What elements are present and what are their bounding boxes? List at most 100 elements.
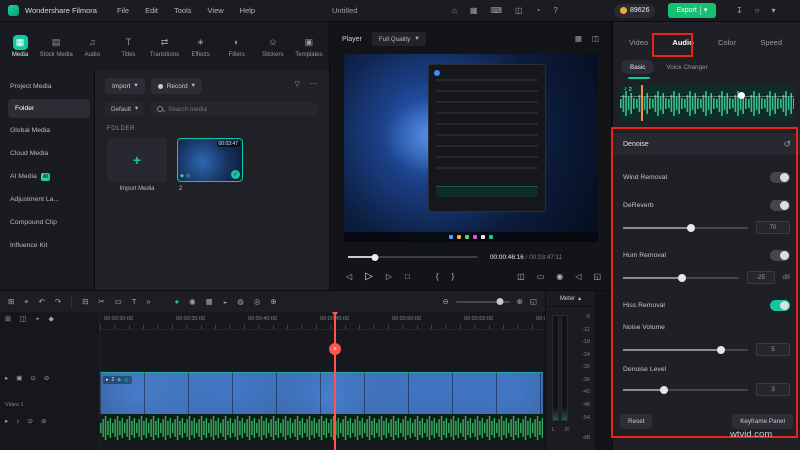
undo-icon[interactable]: ↶: [39, 298, 45, 306]
tab-stickers[interactable]: ☺ Stickers: [255, 22, 291, 70]
fit-timeline-icon[interactable]: ◱: [530, 298, 537, 306]
import-dropdown-icon[interactable]: ▾: [134, 83, 137, 90]
help-icon[interactable]: ?: [553, 7, 557, 15]
split-view-icon[interactable]: ◫: [517, 273, 525, 281]
media-clip-tile[interactable]: 00:03:47 ◆ ◎ ✓ 2: [177, 138, 243, 192]
sidebar-item-global-media[interactable]: Global Media: [0, 119, 94, 142]
denoise-reset-icon[interactable]: ↺: [783, 140, 791, 149]
tab-color[interactable]: Color: [718, 38, 736, 47]
subtab-basic[interactable]: Basic: [621, 60, 654, 74]
sidebar-item-project-media[interactable]: Project Media: [0, 75, 94, 98]
zoom-out-icon[interactable]: ⊖: [442, 298, 448, 306]
adjust-grid-icon[interactable]: ▦: [206, 298, 213, 306]
filter-icon[interactable]: ▽: [295, 81, 300, 88]
timeline-audio-clip[interactable]: [100, 414, 543, 442]
layout-icon[interactable]: ⊞: [8, 298, 14, 306]
meter-collapse-icon[interactable]: ▴: [578, 296, 581, 302]
menu-file[interactable]: File: [117, 6, 129, 15]
tab-filters[interactable]: ◐ Filters: [219, 22, 255, 70]
export-dropdown-icon[interactable]: ▾: [704, 7, 708, 14]
home-icon[interactable]: ⌂: [452, 7, 457, 15]
import-button[interactable]: Import ▾: [105, 78, 145, 94]
next-frame-icon[interactable]: ▷: [386, 273, 392, 281]
noise-volume-handle[interactable]: [717, 346, 725, 354]
delete-icon[interactable]: ⊟: [82, 298, 88, 306]
record-button[interactable]: Record ▾: [151, 78, 202, 94]
snap-icon[interactable]: ⌖: [36, 316, 40, 323]
keyframe-track-icon[interactable]: ◆: [48, 316, 53, 323]
display-icon[interactable]: ▭: [537, 273, 545, 281]
import-media-tile[interactable]: + Import Media: [107, 138, 167, 192]
redo-icon[interactable]: ↷: [55, 298, 61, 306]
download-icon[interactable]: ↧: [736, 7, 743, 15]
playhead-marker[interactable]: [332, 312, 338, 317]
sort-dropdown-icon[interactable]: ▾: [135, 106, 138, 112]
coin-balance[interactable]: 89626: [614, 4, 655, 18]
scopes-panel-icon[interactable]: ◫: [592, 35, 599, 43]
noise-volume-slider[interactable]: [623, 349, 748, 351]
zoom-slider-handle[interactable]: [496, 298, 503, 305]
mark-in-icon[interactable]: {: [436, 273, 439, 281]
track-collapse-icon[interactable]: ▸: [5, 376, 8, 383]
crop-icon[interactable]: ▭: [115, 298, 122, 306]
video-preview[interactable]: [344, 54, 598, 242]
sidebar-item-cloud-media[interactable]: Cloud Media: [0, 142, 94, 165]
player-seekbar[interactable]: [348, 256, 478, 258]
fullscreen-icon[interactable]: ◱: [593, 273, 601, 281]
track-music-icon[interactable]: ♪: [16, 419, 19, 426]
menu-edit[interactable]: Edit: [145, 6, 158, 15]
player-seekbar-handle[interactable]: [372, 254, 379, 261]
track-mute-icon[interactable]: ⊘: [44, 376, 49, 383]
reset-button[interactable]: Reset: [620, 414, 652, 429]
tab-titles[interactable]: T Titles: [110, 22, 146, 70]
hiss-removal-toggle[interactable]: [770, 300, 790, 311]
track-mute-icon[interactable]: ⊘: [41, 419, 46, 426]
more-icon[interactable]: ⋯: [310, 81, 317, 88]
sort-dropdown[interactable]: Default ▾: [105, 102, 144, 116]
grid-view-icon[interactable]: ▦: [470, 7, 478, 15]
bell-icon[interactable]: ◔: [536, 7, 541, 15]
sidebar-item-folder[interactable]: Folder: [8, 99, 90, 118]
keyframe-panel-button[interactable]: Keyframe Panel: [732, 414, 793, 429]
menu-view[interactable]: View: [208, 6, 224, 15]
search-input[interactable]: [168, 106, 312, 113]
manage-tracks-icon[interactable]: ⊞: [5, 316, 11, 323]
meter-header[interactable]: Meter ▴: [546, 291, 595, 307]
menu-help[interactable]: Help: [240, 6, 255, 15]
add-track-icon[interactable]: ◫: [20, 316, 27, 323]
window-collapse-icon[interactable]: ▾: [772, 7, 776, 15]
export-button[interactable]: Export ▾: [668, 3, 716, 18]
volume-envelope-handle[interactable]: [738, 92, 745, 99]
snapshot-camera-icon[interactable]: ◉: [556, 273, 563, 281]
insert-icon[interactable]: ⊕: [270, 298, 276, 306]
track-eye-icon[interactable]: ⊙: [30, 376, 35, 383]
tab-templates[interactable]: ▣ Templates: [291, 22, 327, 70]
sidebar-item-compound-clip[interactable]: Compound Clip: [0, 211, 94, 234]
hum-removal-toggle[interactable]: [770, 250, 790, 261]
track-eye-icon[interactable]: ⊙: [28, 419, 33, 426]
track-collapse-icon[interactable]: ▸: [5, 419, 8, 426]
denoise-level-value[interactable]: 3: [756, 383, 790, 396]
tab-audio[interactable]: ♫ Audio: [74, 22, 110, 70]
user-icon[interactable]: ○: [755, 7, 760, 15]
dereverb-value[interactable]: 70: [756, 221, 790, 234]
mark-out-icon[interactable]: }: [452, 273, 455, 281]
menu-tools[interactable]: Tools: [174, 6, 192, 15]
tab-transitions[interactable]: ⇄ Transitions: [146, 22, 182, 70]
denoise-level-handle[interactable]: [660, 386, 668, 394]
zoom-slider[interactable]: [456, 301, 510, 303]
timeline-video-clip[interactable]: ▸ 2 ◆ ◎: [100, 372, 543, 414]
panel-layout-icon[interactable]: ◫: [515, 7, 523, 15]
record-dropdown-icon[interactable]: ▾: [192, 83, 195, 90]
sidebar-item-ai-media[interactable]: AI Media AI: [0, 165, 94, 188]
sidebar-item-adjustment-layer[interactable]: Adjustment La...: [0, 188, 94, 211]
marker-tool-icon[interactable]: ◎: [254, 298, 261, 306]
tab-media[interactable]: ▦ Media: [2, 22, 38, 70]
hum-slider-handle[interactable]: [678, 274, 686, 282]
sidebar-item-influence-kit[interactable]: Influence Kit: [0, 234, 94, 257]
timeline-ruler[interactable]: 00:00:30:00 00:00:35:00 00:00:40:00 00:0…: [100, 312, 545, 330]
dereverb-toggle[interactable]: [770, 200, 790, 211]
denoise-level-slider[interactable]: [623, 389, 748, 391]
text-tool-icon[interactable]: T: [132, 298, 137, 306]
mic-icon[interactable]: ◍: [237, 298, 244, 306]
